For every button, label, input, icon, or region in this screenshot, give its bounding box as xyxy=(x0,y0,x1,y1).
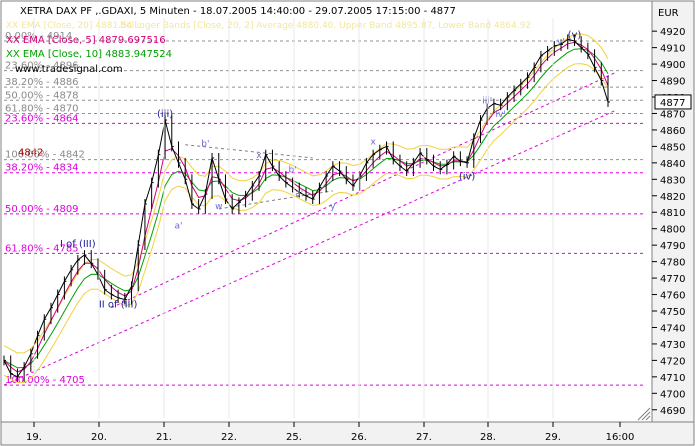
y-tick-label: 4870 xyxy=(660,109,685,120)
x-tick-label: 27. xyxy=(416,432,432,443)
y-tick-label: 4810 xyxy=(660,208,685,219)
price-chart: 0.00% - 491423.60% - 489638.20% - 488650… xyxy=(0,0,695,446)
wave-label: a' xyxy=(295,189,303,199)
fib-level-label: 100.00% - 4842 xyxy=(5,150,85,161)
x-tick-label: 20. xyxy=(91,432,107,443)
wave-label: (iv) xyxy=(459,171,476,182)
wave-label: y xyxy=(330,202,336,212)
y-tick-label: 4840 xyxy=(660,159,685,170)
wave-label: x xyxy=(370,138,376,148)
x-tick-label: 16:00 xyxy=(606,432,635,443)
chart-container: 0.00% - 4914 23.60% - 4896 38.20% - 4886 50… xyxy=(0,0,695,446)
wave-label: b' xyxy=(288,166,296,176)
wave-label: a' xyxy=(174,222,182,232)
y-tick-label: 4750 xyxy=(660,307,685,318)
wave-label: (iii) xyxy=(157,109,173,120)
fib-level-label: 50.00% - 4878 xyxy=(5,90,79,101)
last-price-label: 4877 xyxy=(660,98,685,109)
wave-label: b' xyxy=(201,139,209,149)
y-tick-label: 4850 xyxy=(660,142,685,153)
fib-level-label: 23.60% - 4864 xyxy=(5,113,79,124)
legend-ema5: XX EMA [Close, 5] 4879.697516 xyxy=(6,35,166,46)
y-tick-label: 4770 xyxy=(660,274,685,285)
currency-label: EUR xyxy=(658,8,679,19)
y-tick-label: 4830 xyxy=(660,175,685,186)
y-tick-label: 4820 xyxy=(660,192,685,203)
x-tick-label: 29. xyxy=(545,432,561,443)
wave-label: (v) xyxy=(568,30,582,41)
y-tick-label: 4720 xyxy=(660,356,685,367)
wave-label: II of (III) xyxy=(99,300,138,311)
y-tick-label: 4740 xyxy=(660,323,685,334)
x-tick-label: 22. xyxy=(221,432,237,443)
y-tick-label: 4900 xyxy=(660,60,685,71)
y-tick-label: 4920 xyxy=(660,27,685,38)
fib-level-label: 38.20% - 4886 xyxy=(5,77,79,88)
wave-label: iv' xyxy=(495,110,505,120)
y-tick-label: 4800 xyxy=(660,225,685,236)
y-tick-label: 4860 xyxy=(660,126,685,137)
y-tick-label: 4760 xyxy=(660,291,685,302)
y-tick-label: 4710 xyxy=(660,373,685,384)
y-tick-label: 4910 xyxy=(660,44,685,55)
fib-level-label: 50.00% - 4809 xyxy=(5,204,79,215)
wave-label: I of (III) xyxy=(60,239,96,250)
x-tick-label: 25. xyxy=(286,432,302,443)
y-tick-label: 4790 xyxy=(660,241,685,252)
wave-label: iii' xyxy=(482,97,492,107)
y-tick-label: 4890 xyxy=(660,77,685,88)
wave-label: w xyxy=(215,202,222,212)
x-tick-label: 21. xyxy=(156,432,172,443)
legend-ema10: XX EMA [Close, 10] 4883.947524 xyxy=(6,49,172,60)
y-tick-label: 4780 xyxy=(660,258,685,269)
y-tick-label: 4690 xyxy=(660,406,685,417)
faded-legend-2: Bollinger Bands [Close, 20, 2] Average 4… xyxy=(120,21,531,31)
price-marker-label: 4842 xyxy=(18,148,43,159)
x-tick-label: 26. xyxy=(351,432,367,443)
watermark: www.tradesignal.com xyxy=(15,64,123,75)
x-tick-label: 28. xyxy=(480,432,496,443)
x-tick-label: 19. xyxy=(26,432,42,443)
y-tick-label: 4700 xyxy=(660,389,685,400)
fib-level-label: 38.20% - 4834 xyxy=(5,163,79,174)
wave-label: x xyxy=(256,151,262,161)
chart-title: XETRA DAX PF ,.GDAXI, 5 Minuten - 18.07.… xyxy=(20,6,456,17)
wave-label: v' xyxy=(557,37,565,47)
y-tick-label: 4730 xyxy=(660,340,685,351)
